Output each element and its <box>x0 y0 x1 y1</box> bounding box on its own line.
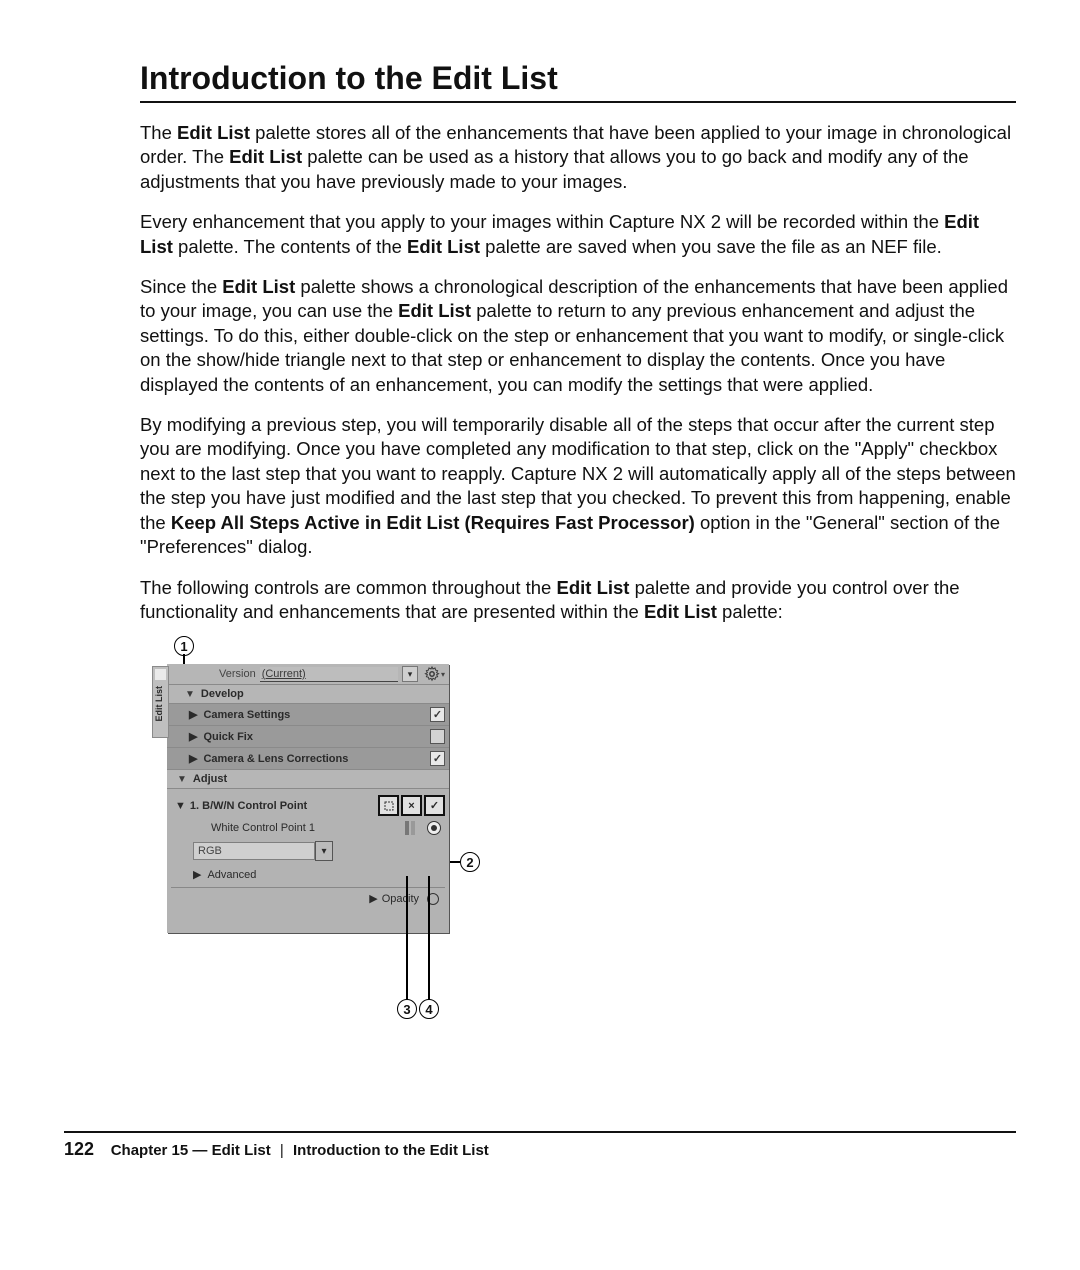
slider-icon[interactable] <box>405 821 409 835</box>
chevron-down-icon: ▼ <box>185 689 195 700</box>
callout-4: 4 <box>419 999 439 1019</box>
develop-label: Develop <box>201 688 443 700</box>
callout-4-line <box>428 876 430 1001</box>
quick-fix-label: Quick Fix <box>203 731 424 743</box>
version-label: Version <box>219 668 256 680</box>
chevron-right-icon: ▶ <box>189 708 197 721</box>
opacity-row[interactable]: ▶ Opacity <box>171 887 445 909</box>
paragraph-2: Every enhancement that you apply to your… <box>140 210 1016 259</box>
apply-checkbox[interactable] <box>430 729 445 744</box>
gear-dropdown-icon[interactable] <box>440 668 445 680</box>
version-dropdown[interactable]: (Current) <box>260 667 398 682</box>
delete-step-button[interactable]: × <box>401 795 422 816</box>
version-row: Version (Current) <box>167 664 449 685</box>
bwn-step-header[interactable]: ▼ 1. B/W/N Control Point × ✓ <box>171 793 445 818</box>
page-number: 122 <box>64 1139 94 1159</box>
callout-3: 3 <box>397 999 417 1019</box>
opacity-label: Opacity <box>382 893 419 905</box>
paragraph-4: By modifying a previous step, you will t… <box>140 413 1016 559</box>
rgb-selector-row: RGB <box>171 838 445 864</box>
callout-2: 2 <box>460 852 480 872</box>
paragraph-5: The following controls are common throug… <box>140 576 1016 625</box>
camera-settings-label: Camera Settings <box>203 709 424 721</box>
white-control-point-label: White Control Point 1 <box>211 822 405 834</box>
footer-section: Introduction to the Edit List <box>293 1142 489 1159</box>
advanced-row[interactable]: ▶ Advanced <box>171 864 445 887</box>
chevron-down-icon: ▼ <box>175 800 186 812</box>
chevron-right-icon: ▶ <box>189 730 197 743</box>
palette-tab-strip[interactable]: Edit List <box>152 666 169 738</box>
chevron-down-icon[interactable] <box>402 666 418 682</box>
slider-icon[interactable] <box>411 821 415 835</box>
white-control-point-row[interactable]: White Control Point 1 <box>171 818 445 838</box>
apply-radio[interactable] <box>427 821 441 835</box>
chevron-right-icon: ▶ <box>193 868 201 881</box>
page-footer: 122 Chapter 15 — Edit List | Introductio… <box>64 1131 1016 1160</box>
palette-diagram: 1 Edit List Version (Current) ▼ Develop <box>152 634 1016 1004</box>
camera-lens-item[interactable]: ▶ Camera & Lens Corrections ✓ <box>167 748 449 770</box>
chevron-right-icon: ▶ <box>369 892 377 905</box>
tab-edit-list[interactable]: Edit List <box>153 682 165 726</box>
callout-3-line <box>406 876 408 1001</box>
color-model-select[interactable]: RGB <box>193 842 315 860</box>
footer-separator: | <box>280 1142 284 1159</box>
chevron-down-icon: ▼ <box>177 774 187 785</box>
camera-settings-item[interactable]: ▶ Camera Settings ✓ <box>167 704 449 726</box>
selection-icon-button[interactable] <box>378 795 399 816</box>
develop-section-header[interactable]: ▼ Develop <box>167 685 449 704</box>
footer-chapter: Chapter 15 — Edit List <box>111 1142 271 1159</box>
adjust-section-header[interactable]: ▼ Adjust <box>167 770 449 789</box>
apply-checkbox[interactable]: ✓ <box>430 751 445 766</box>
quick-fix-item[interactable]: ▶ Quick Fix <box>167 726 449 748</box>
paragraph-3: Since the Edit List palette shows a chro… <box>140 275 1016 397</box>
camera-lens-label: Camera & Lens Corrections <box>203 753 424 765</box>
chevron-right-icon: ▶ <box>189 752 197 765</box>
window-minimize-icon[interactable] <box>155 669 166 680</box>
bwn-step-label: 1. B/W/N Control Point <box>190 800 376 812</box>
callout-1: 1 <box>174 636 194 656</box>
gear-icon[interactable] <box>424 666 440 682</box>
paragraph-1: The Edit List palette stores all of the … <box>140 121 1016 194</box>
apply-checkbox[interactable]: ✓ <box>430 707 445 722</box>
advanced-label: Advanced <box>207 869 256 881</box>
apply-checkbox[interactable]: ✓ <box>424 795 445 816</box>
callout-2-line <box>450 861 460 863</box>
adjust-label: Adjust <box>193 773 443 785</box>
page-title: Introduction to the Edit List <box>140 60 1016 97</box>
chevron-down-icon[interactable] <box>315 841 333 861</box>
title-rule <box>140 101 1016 103</box>
